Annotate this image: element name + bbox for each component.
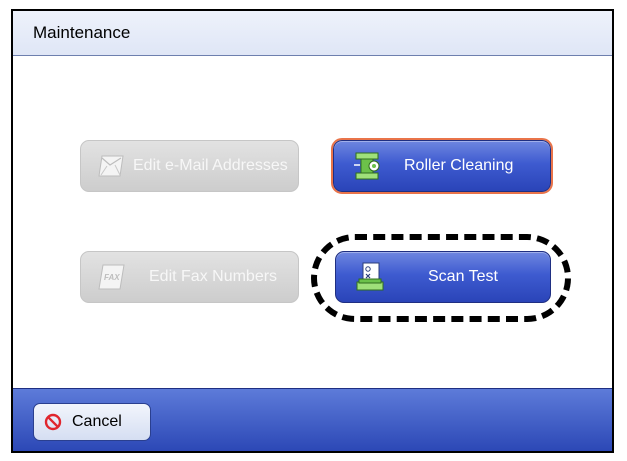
- mail-icon: [95, 151, 127, 181]
- roller-cleaning-button[interactable]: Roller Cleaning: [331, 138, 553, 194]
- cancel-button[interactable]: Cancel: [33, 403, 151, 441]
- window-title: Maintenance: [33, 23, 131, 42]
- edit-fax-numbers-label: Edit Fax Numbers: [149, 268, 278, 285]
- title-bar: Maintenance: [13, 11, 612, 56]
- highlight-ring: [311, 234, 571, 322]
- cancel-label: Cancel: [72, 413, 122, 430]
- edit-email-addresses-button: Edit e-Mail Addresses: [80, 140, 299, 192]
- prohibit-icon: [44, 413, 62, 431]
- roller-cleaning-label: Roller Cleaning: [404, 157, 514, 174]
- maintenance-window: Maintenance Edit e-Mail Addresses Roller…: [11, 9, 614, 453]
- edit-fax-numbers-button: FAX Edit Fax Numbers: [80, 251, 299, 303]
- edit-email-addresses-label: Edit e-Mail Addresses: [133, 157, 288, 174]
- footer-bar: Cancel: [13, 388, 612, 451]
- fax-icon: FAX: [95, 262, 127, 292]
- button-panel: Edit e-Mail Addresses Roller Cleaning FA…: [13, 56, 612, 389]
- roller-icon: [352, 151, 384, 181]
- svg-text:FAX: FAX: [104, 273, 120, 282]
